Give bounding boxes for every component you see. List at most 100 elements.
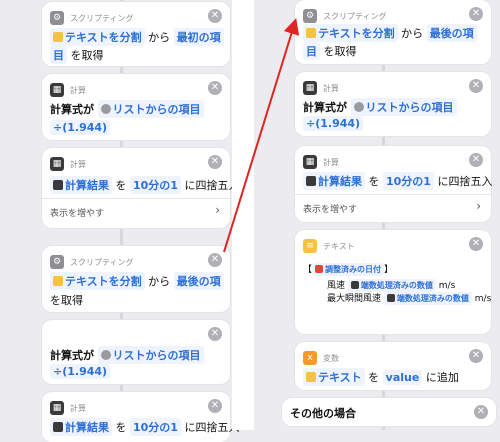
close-icon[interactable]: ✕ xyxy=(208,327,222,341)
chevron-right-icon[interactable]: › xyxy=(215,203,220,217)
split-text-action-first[interactable]: ⚙ スクリプティング ✕ テキストを分割 から 最初の項 目 を取得 xyxy=(42,2,230,66)
close-icon[interactable]: ✕ xyxy=(469,7,483,21)
round-unit-selector[interactable]: 10分の1 xyxy=(383,172,434,190)
item-selector[interactable]: 最後の項 xyxy=(173,272,224,290)
variable-token[interactable]: テキスト xyxy=(303,368,365,386)
item-selector[interactable]: 最後の項 xyxy=(426,24,477,42)
text-line-1: 【 調整済みの日付】 xyxy=(303,262,483,276)
show-more-button[interactable]: 表示を増やす xyxy=(50,206,222,219)
variable-token[interactable]: 端数処理済みの数値 xyxy=(383,292,472,305)
variable-token[interactable]: リストからの項目 xyxy=(350,98,457,116)
action-line-2: ÷(1.944) xyxy=(50,120,222,135)
static-text: を取得 xyxy=(50,294,83,307)
variable-token[interactable]: リストからの項目 xyxy=(97,346,204,364)
calculator-icon xyxy=(350,281,359,289)
action-header: ▦ 計算 xyxy=(50,400,86,416)
static-text: 最大瞬間風速 xyxy=(327,294,382,304)
list-icon xyxy=(100,350,111,360)
gear-icon: ⚙ xyxy=(303,9,317,23)
close-icon[interactable]: ✕ xyxy=(208,9,222,23)
action-line-2: 目 を取得 xyxy=(50,46,222,64)
item-selector-cont[interactable]: 目 xyxy=(50,46,67,64)
token-label: リストからの項目 xyxy=(112,103,201,116)
action-line-1: テキスト を value に追加 xyxy=(303,368,483,386)
item-selector[interactable]: 最初の項 xyxy=(173,28,224,46)
split-text-action-last[interactable]: ⚙ スクリプティング ✕ テキストを分割 から 最後の項 を取得 xyxy=(42,246,230,312)
calculate-action[interactable]: ✕ 計算式が リストからの項目 ÷(1.944) xyxy=(42,320,230,384)
token-label: 端数処理済みの数値 xyxy=(360,281,433,290)
calculator-icon: ▦ xyxy=(50,157,64,171)
static-text: を xyxy=(115,421,127,434)
formula-field[interactable]: ÷(1.944) xyxy=(303,116,364,131)
close-icon[interactable]: ✕ xyxy=(474,405,488,419)
action-header: x 変数 xyxy=(303,350,339,366)
close-icon[interactable]: ✕ xyxy=(469,237,483,251)
calculator-icon xyxy=(306,176,316,186)
variable-token[interactable]: 計算結果 xyxy=(50,176,112,194)
variable-token[interactable]: 調整済みの日付 xyxy=(312,263,385,276)
text-icon xyxy=(306,28,316,38)
text-action[interactable]: ≡ テキスト ✕ 【 調整済みの日付】 風速 端数処理済みの数値 m/s 最大瞬間… xyxy=(295,230,491,334)
split-text-action-last[interactable]: ⚙ スクリプティング ✕ テキストを分割 から 最後の項 目 を取得 xyxy=(295,0,491,64)
static-text: を xyxy=(368,371,380,384)
token-label: 調整済みの日付 xyxy=(325,265,382,274)
close-icon[interactable]: ✕ xyxy=(208,253,222,267)
calculate-action[interactable]: ▦ 計算 ✕ 計算式が リストからの項目 ÷(1.944) xyxy=(295,72,491,136)
formula-field[interactable]: ÷(1.944) xyxy=(50,364,111,379)
close-icon[interactable]: ✕ xyxy=(208,399,222,413)
variable-token[interactable]: 計算結果 xyxy=(303,172,365,190)
show-more-button[interactable]: 表示を増やす xyxy=(303,202,483,215)
token-label: テキスト xyxy=(318,371,362,384)
action-line-1: 計算結果 を 10分の1 に四捨五入 xyxy=(50,176,239,194)
text-icon xyxy=(306,372,316,382)
action-category: 計算 xyxy=(70,403,86,413)
divider xyxy=(295,194,491,195)
text-icon xyxy=(53,32,63,42)
formula-field[interactable]: ÷(1.944) xyxy=(50,120,111,135)
action-line-2: を取得 xyxy=(50,292,222,308)
static-text: を xyxy=(115,179,127,192)
variable-token[interactable]: テキストを分割 xyxy=(303,24,398,42)
action-category: テキスト xyxy=(323,241,355,251)
chevron-right-icon[interactable]: › xyxy=(476,199,481,213)
round-number-action[interactable]: ▦ 計算 ✕ 計算結果 を 10分の1 に四捨五入 表示を増やす › xyxy=(295,146,492,222)
round-number-action[interactable]: ▦ 計算 ✕ 計算結果 を 10分の1 に四捨五入 xyxy=(42,392,239,442)
otherwise-block[interactable]: その他の場合 ✕ xyxy=(282,398,496,426)
close-icon[interactable]: ✕ xyxy=(469,349,483,363)
calculator-icon: ▦ xyxy=(303,81,317,95)
variable-token[interactable]: テキストを分割 xyxy=(50,272,145,290)
text-icon xyxy=(53,276,63,286)
close-icon[interactable]: ✕ xyxy=(469,79,483,93)
action-line-1: テキストを分割 から 最初の項 xyxy=(50,28,224,46)
close-icon[interactable]: ✕ xyxy=(208,81,222,95)
variable-token[interactable]: 計算結果 xyxy=(50,418,112,436)
divider xyxy=(42,198,230,199)
item-selector-cont[interactable]: 目 xyxy=(303,42,320,60)
action-header: ⚙ スクリプティング xyxy=(303,8,387,24)
round-unit-selector[interactable]: 10分の1 xyxy=(130,176,181,194)
variable-name-field[interactable]: value xyxy=(382,370,423,385)
calculate-action[interactable]: ▦ 計算 ✕ 計算式が リストからの項目 ÷(1.944) xyxy=(42,74,230,140)
action-category: 変数 xyxy=(323,353,339,363)
static-text: に追加 xyxy=(425,371,459,384)
static-text: 計算式が xyxy=(50,103,94,116)
round-number-action[interactable]: ▦ 計算 ✕ 計算結果 を 10分の1 に四捨五入 表示を増やす › xyxy=(42,148,239,228)
static-text: 【 xyxy=(303,265,313,275)
action-line-1: テキストを分割 から 最後の項 xyxy=(303,24,483,42)
action-category: スクリプティング xyxy=(323,11,387,21)
list-icon xyxy=(100,104,111,114)
close-icon[interactable]: ✕ xyxy=(208,155,222,169)
left-panel: ⚙ スクリプティング ✕ テキストを分割 から 最初の項 目 を取得 ▦ 計算 … xyxy=(0,0,250,442)
static-text: を xyxy=(368,175,380,188)
list-icon xyxy=(353,102,364,112)
round-unit-selector[interactable]: 10分の1 xyxy=(130,418,181,436)
action-line-1: 計算結果 を 10分の1 に四捨五入 xyxy=(303,172,492,190)
add-to-variable-action[interactable]: x 変数 ✕ テキスト を value に追加 xyxy=(295,342,491,390)
action-header: ▦ 計算 xyxy=(50,156,86,172)
calculator-icon: ▦ xyxy=(303,155,317,169)
close-icon[interactable]: ✕ xyxy=(469,153,483,167)
variable-token[interactable]: テキストを分割 xyxy=(50,28,145,46)
variable-token[interactable]: リストからの項目 xyxy=(97,100,204,118)
action-line-1: 計算式が リストからの項目 xyxy=(50,100,222,118)
otherwise-label: その他の場合 xyxy=(290,407,356,420)
